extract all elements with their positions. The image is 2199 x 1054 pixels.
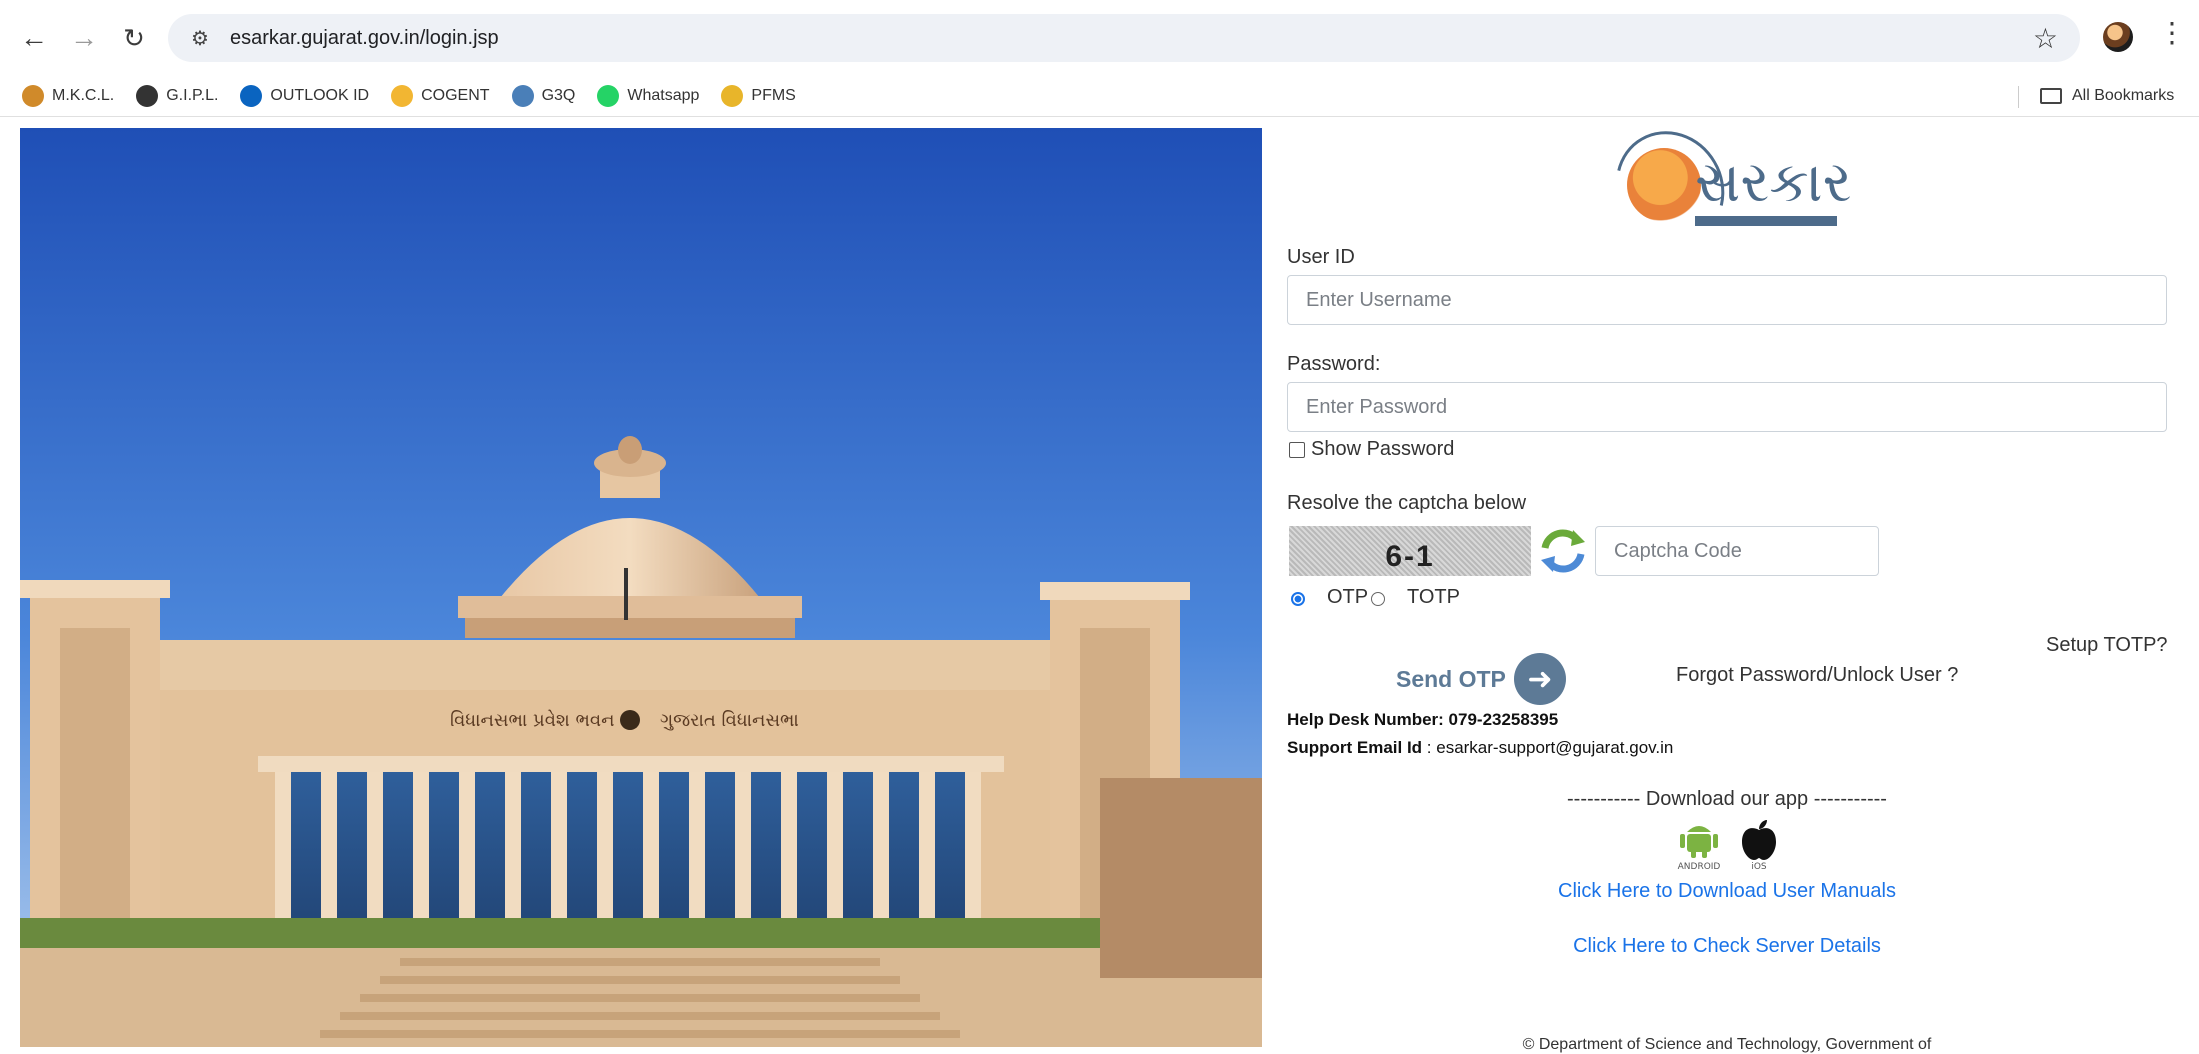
show-password-checkbox[interactable] [1289, 442, 1305, 458]
profile-avatar[interactable] [2103, 22, 2133, 52]
all-bookmarks-label: All Bookmarks [2072, 87, 2175, 104]
bookmark-label: OUTLOOK ID [270, 87, 370, 104]
password-input[interactable] [1287, 382, 2167, 432]
bookmark-label: G.I.P.L. [166, 87, 219, 104]
server-details-link[interactable]: Click Here to Check Server Details [1287, 935, 2167, 958]
building-banner-right: ગુજરાત વિધાનસભા [660, 710, 799, 731]
user-id-label: User ID [1287, 246, 1355, 268]
username-input[interactable] [1287, 275, 2167, 325]
cogent-icon [391, 85, 414, 107]
ios-label: iOS [1751, 862, 1767, 870]
bookmark-g-i-p-l[interactable]: G.I.P.L. [136, 85, 218, 107]
download-manuals-link[interactable]: Click Here to Download User Manuals [1287, 880, 2167, 903]
site-settings-icon[interactable]: ⚙ [180, 26, 220, 51]
send-otp-button[interactable]: Send OTP ➜ [1396, 652, 1566, 706]
forgot-password-link[interactable]: Forgot Password/Unlock User ? [1676, 664, 1958, 687]
pfms-icon [721, 85, 744, 107]
otp-radio-label: OTP [1327, 586, 1369, 608]
support-email-value: esarkar-support@gujarat.gov.in [1436, 738, 1674, 757]
ios-app-icon[interactable]: iOS [1736, 818, 1782, 870]
bookmark-cogent[interactable]: COGENT [391, 85, 490, 107]
support-email-label: Support Email Id [1287, 738, 1423, 757]
building-step [380, 976, 900, 984]
bookmark-label: M.K.C.L. [52, 87, 115, 104]
emblem-icon [620, 710, 640, 730]
bookmark-g3q[interactable]: G3Q [511, 85, 576, 107]
building-illustration: વિધાનસભા પ્રવેશ ભવન ગુજરાત વિધાનસભા [20, 128, 1262, 1047]
show-password-label: Show Password [1311, 438, 1455, 460]
browser-toolbar: ← → ↻ ⚙ esarkar.gujarat.gov.in/login.jsp… [0, 0, 2199, 76]
folder-icon [2040, 88, 2062, 104]
mkcl-icon [22, 85, 44, 107]
bookmarks-bar: M.K.C.L. G.I.P.L. OUTLOOK ID COGENT G3Q Whats… [0, 76, 2199, 116]
chrome-divider [0, 116, 2199, 117]
building-step [360, 994, 920, 1002]
building-step [400, 958, 880, 966]
building-step [320, 1030, 960, 1038]
password-label: Password: [1287, 353, 1381, 375]
url-text[interactable]: esarkar.gujarat.gov.in/login.jsp [230, 27, 499, 50]
helpdesk-text: Help Desk Number: 079-23258395 [1287, 710, 1559, 729]
bookmarks-divider [2018, 86, 2019, 108]
app-store-icons: ANDROID iOS [1674, 818, 1784, 870]
arrow-right-icon: ➜ [1513, 653, 1566, 705]
logo-e-icon [1627, 148, 1701, 222]
building-step [340, 1012, 940, 1020]
forward-arrow-icon[interactable]: → [62, 16, 106, 60]
android-label: ANDROID [1678, 862, 1721, 870]
hero-building-image: વિધાનસભા પ્રવેશ ભવન ગુજરાત વિધાનસભા [20, 128, 1262, 1047]
bookmark-whatsapp[interactable]: Whatsapp [597, 85, 699, 107]
outlook-icon [240, 85, 263, 107]
support-email: Support Email Id : esarkar-support@gujar… [1287, 738, 1673, 758]
esarkar-logo: સરકાર [1595, 111, 1852, 265]
logo-text: સરકાર [1695, 150, 1852, 215]
all-bookmarks-button[interactable]: All Bookmarks [2040, 76, 2174, 116]
totp-radio-label: TOTP [1407, 586, 1460, 608]
bookmark-pfms[interactable]: PFMS [721, 85, 796, 107]
whatsapp-icon [597, 85, 620, 107]
logo-underline [1695, 216, 1837, 226]
bookmark-label: PFMS [751, 87, 796, 104]
bookmark-m-k-c-l[interactable]: M.K.C.L. [22, 85, 114, 107]
android-app-icon[interactable]: ANDROID [1674, 818, 1724, 870]
bookmark-label: Whatsapp [627, 87, 700, 104]
captcha-instruction: Resolve the captcha below [1287, 492, 1527, 514]
reload-icon[interactable]: ↻ [112, 16, 156, 60]
globe-icon [136, 85, 159, 107]
g3q-icon [511, 85, 534, 107]
footer-copyright: © Department of Science and Technology, … [1522, 1036, 1932, 1053]
send-otp-label: Send OTP [1396, 665, 1506, 692]
captcha-text: 6-1 [1385, 540, 1435, 573]
building-banner-left: વિધાનસભા પ્રવેશ ભવન [450, 710, 615, 731]
bookmark-outlook-id[interactable]: OUTLOOK ID [240, 85, 369, 107]
bookmark-label: G3Q [541, 87, 576, 104]
bookmark-star-icon[interactable]: ☆ [2033, 22, 2058, 55]
helpdesk-number: Help Desk Number: 079-23258395 [1287, 710, 1558, 730]
login-panel: સરકાર User ID Password: Show Password Re… [1287, 111, 2168, 1053]
setup-totp-link[interactable]: Setup TOTP? [2046, 634, 2168, 657]
captcha-refresh-icon[interactable] [1537, 526, 1589, 576]
back-arrow-icon[interactable]: ← [12, 16, 56, 60]
captcha-input[interactable] [1595, 526, 1879, 576]
totp-radio[interactable] [1371, 592, 1385, 606]
address-bar[interactable]: ⚙ esarkar.gujarat.gov.in/login.jsp ☆ [168, 14, 2080, 62]
browser-menu-icon[interactable]: ⋮ [2158, 16, 2186, 49]
download-app-header: ----------- Download our app ----------- [1567, 788, 1887, 810]
otp-radio[interactable] [1291, 592, 1305, 606]
support-email-separator: : [1422, 738, 1437, 757]
captcha-image: 6-1 [1289, 526, 1531, 576]
bookmark-label: COGENT [421, 87, 490, 104]
